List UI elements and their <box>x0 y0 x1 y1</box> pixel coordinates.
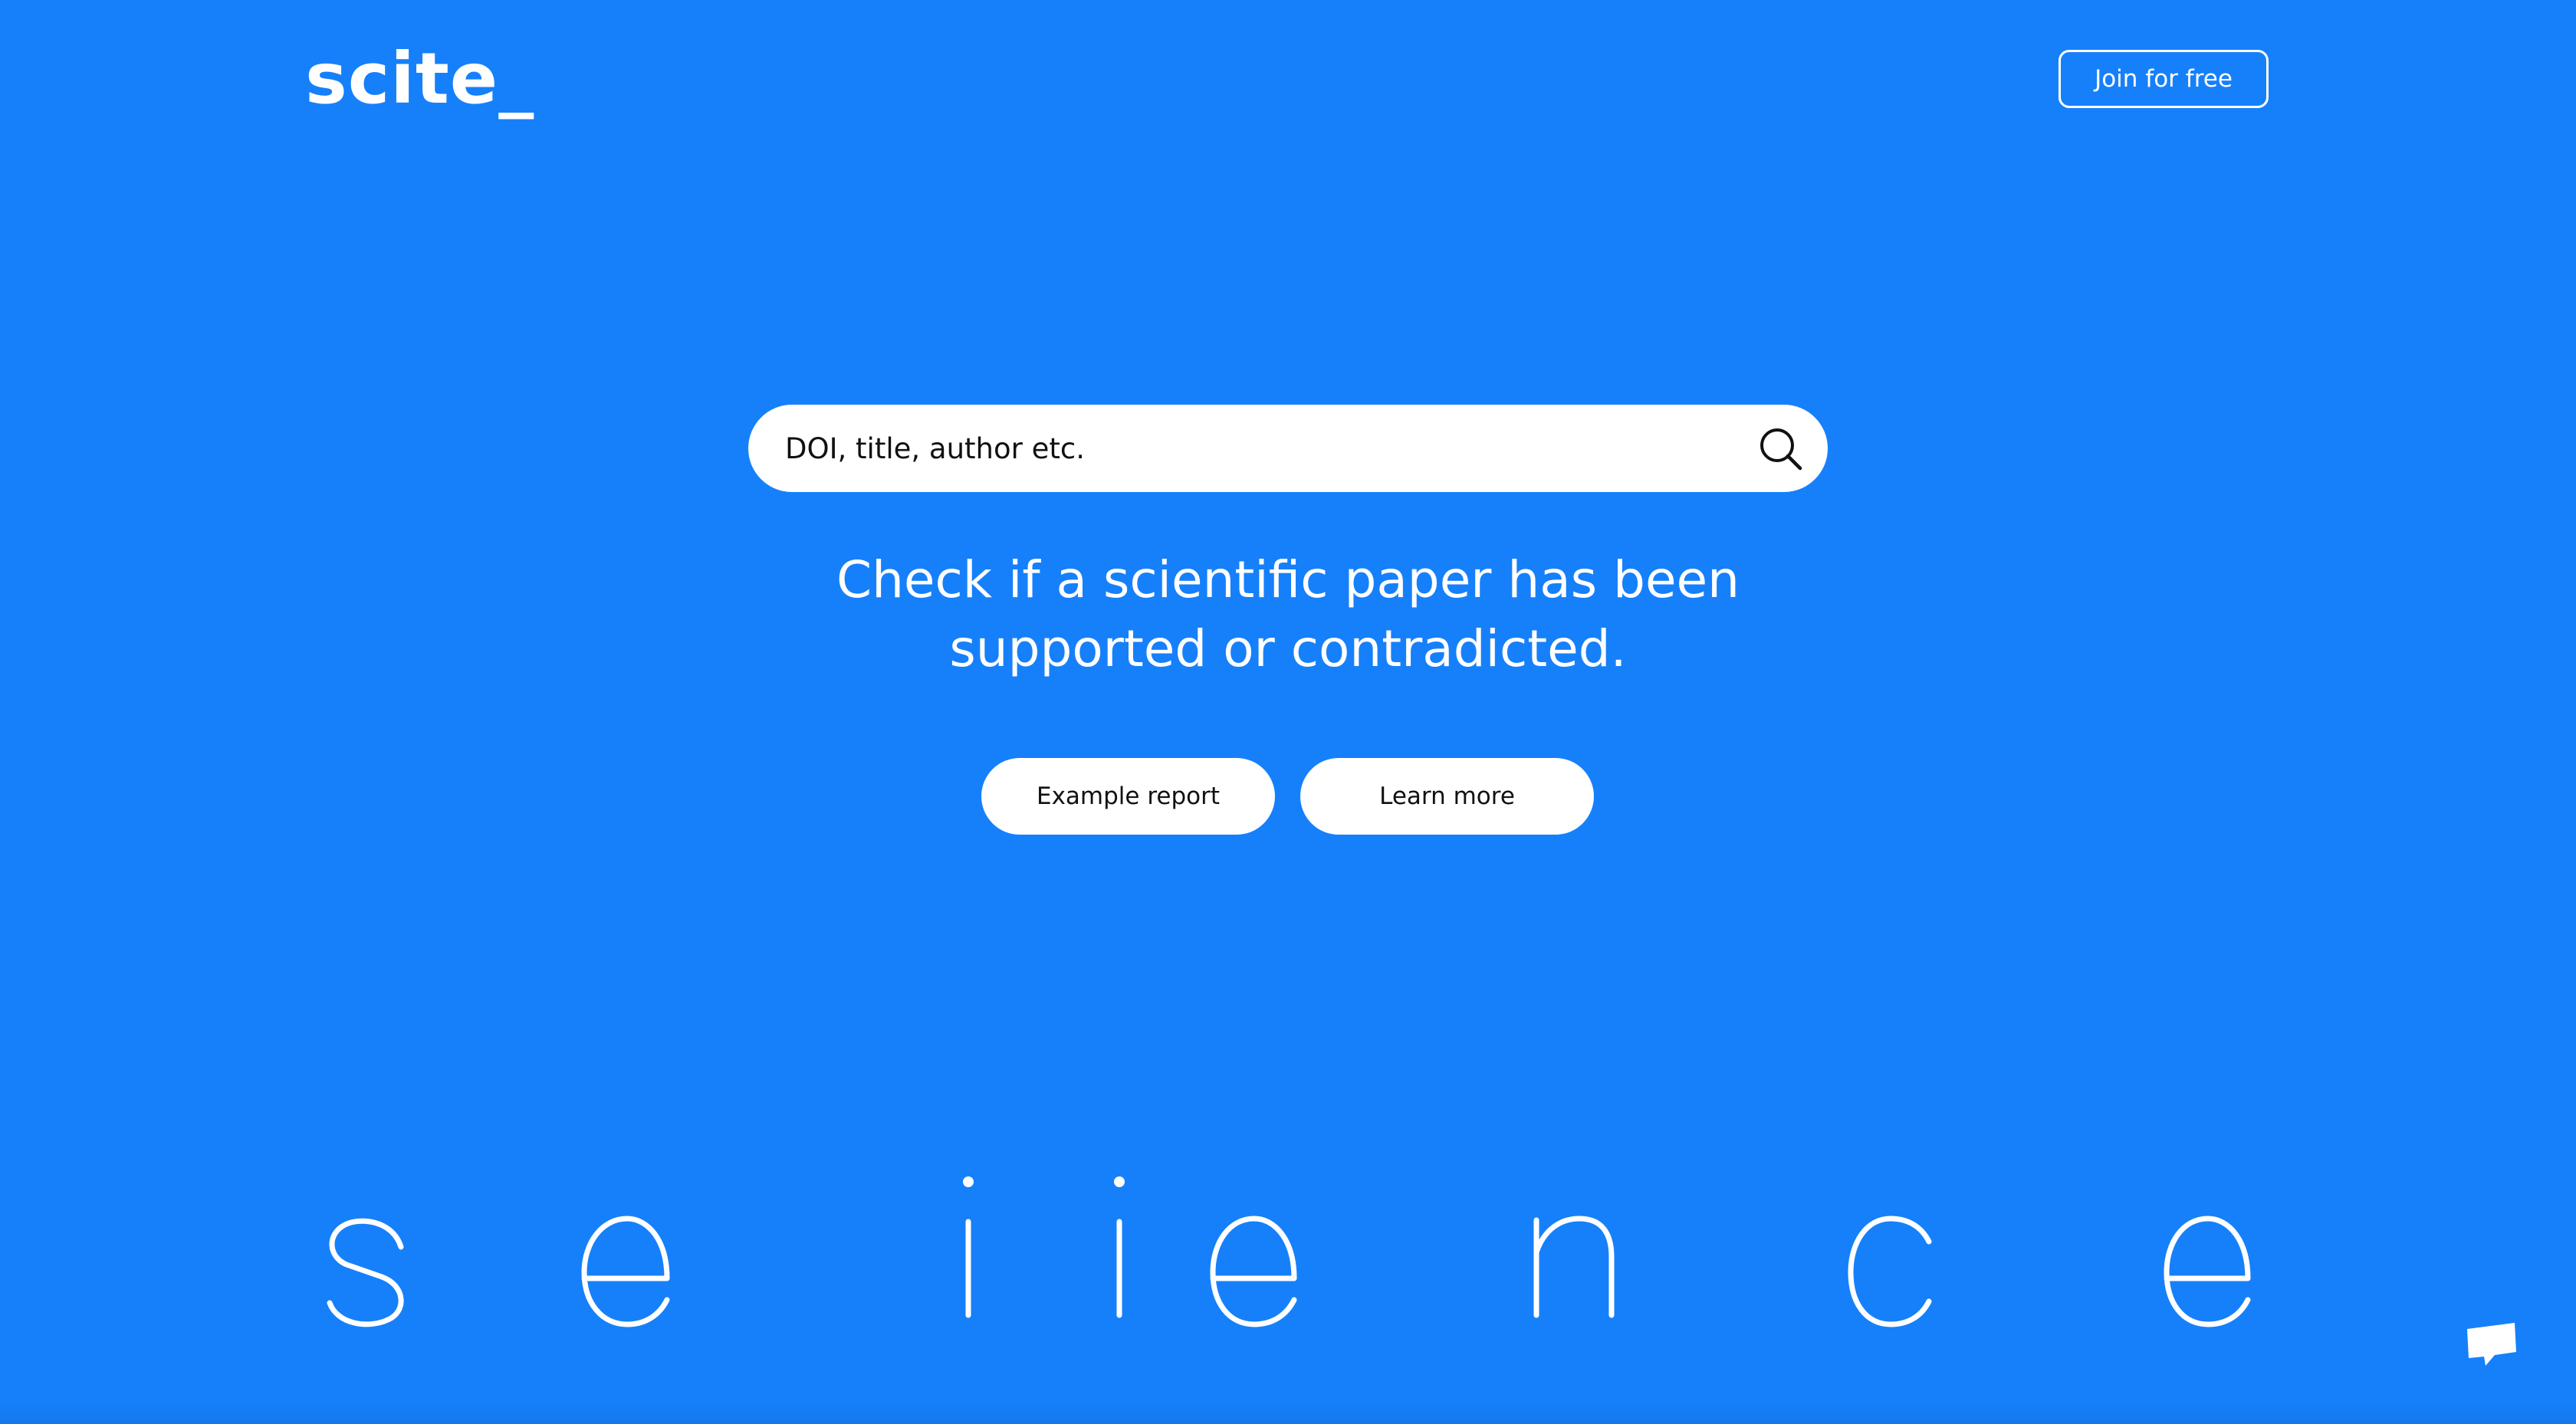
decor-letter-e-1 <box>581 1216 670 1327</box>
decor-letter-e-2 <box>1210 1216 1297 1327</box>
join-for-free-button[interactable]: Join for free <box>2058 50 2269 108</box>
search-icon[interactable] <box>1757 425 1805 473</box>
search-bar <box>748 405 1828 492</box>
decor-letter-c <box>1848 1216 1932 1327</box>
example-report-button[interactable]: Example report <box>981 758 1275 835</box>
decor-dot-i-1 <box>963 1176 974 1187</box>
science-word-art <box>327 1176 2251 1327</box>
scite-logo[interactable]: scite_ <box>305 37 534 121</box>
decor-dot-i-2 <box>1114 1176 1125 1187</box>
tagline-line-2: supported or contradicted. <box>949 619 1627 678</box>
search-input[interactable] <box>785 405 1690 492</box>
decor-letter-e-3 <box>2164 1216 2251 1327</box>
decor-letter-n <box>1533 1216 1615 1318</box>
learn-more-button[interactable]: Learn more <box>1300 758 1594 835</box>
bottom-shade <box>0 1399 2576 1424</box>
chat-bubble-icon[interactable] <box>2459 1317 2527 1378</box>
hero-tagline: Check if a scientific paper has been sup… <box>675 546 1901 684</box>
tagline-line-1: Check if a scientific paper has been <box>836 550 1740 609</box>
decor-letter-s <box>327 1218 404 1327</box>
